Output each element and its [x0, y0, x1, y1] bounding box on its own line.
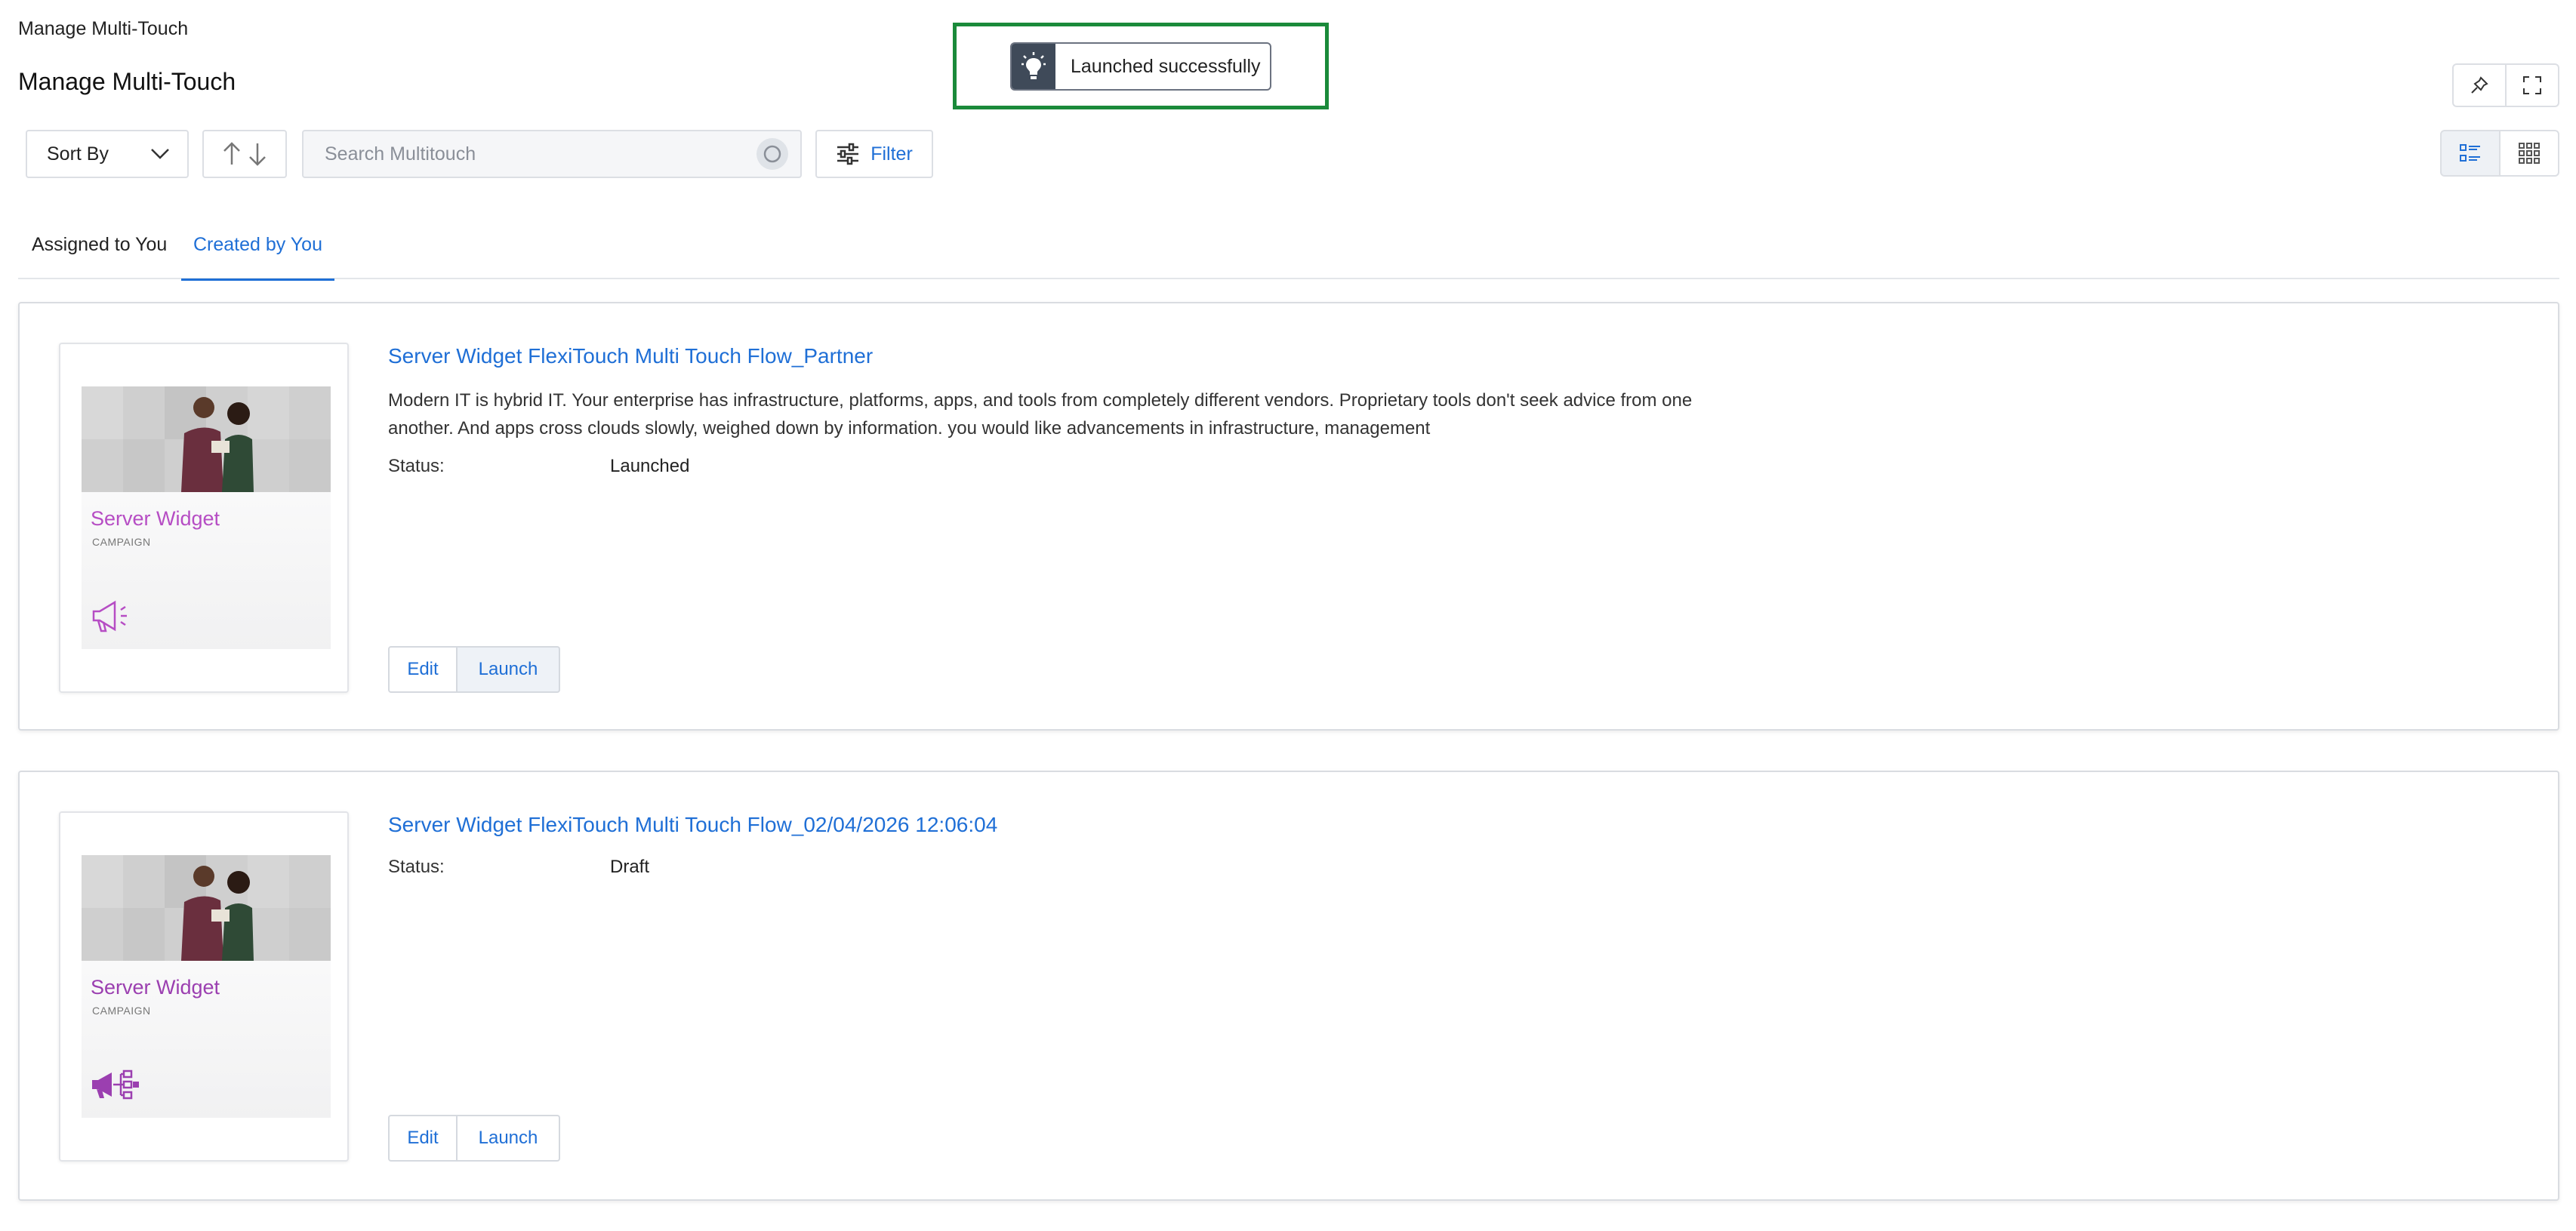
launch-button[interactable]: Launch [458, 1115, 560, 1162]
search-input[interactable] [323, 142, 756, 166]
expand-icon [2523, 76, 2541, 94]
edit-button[interactable]: Edit [388, 646, 458, 693]
card-actions: Edit Launch [388, 1115, 560, 1162]
card-actions: Edit Launch [388, 646, 560, 693]
grid-view-button[interactable] [2499, 130, 2559, 177]
tab-bar: Assigned to You Created by You [18, 223, 2559, 281]
campaign-thumbnail[interactable]: Server Widget CAMPAIGN [59, 811, 349, 1162]
thumbnail-content: Server Widget CAMPAIGN [82, 855, 331, 1118]
list-view-button[interactable] [2440, 130, 2501, 177]
thumbnail-title: Server Widget [91, 976, 220, 999]
megaphone-outline-icon [92, 600, 127, 632]
tab-assigned-to-you[interactable]: Assigned to You [32, 234, 167, 279]
card-title[interactable]: Server Widget FlexiTouch Multi Touch Flo… [388, 813, 997, 837]
thumbnail-content: Server Widget CAMPAIGN [82, 386, 331, 649]
lightbulb-icon [1012, 44, 1055, 89]
grid-view-icon [2519, 143, 2540, 164]
thumbnail-photo [82, 386, 331, 492]
thumbnail-subtitle: CAMPAIGN [92, 1005, 151, 1017]
sort-label: Sort By [47, 143, 109, 165]
sort-direction-toggle[interactable] [202, 130, 287, 178]
status-label: Status: [388, 456, 445, 476]
multitouch-card: Server Widget CAMPAIGN Server Widget Fle… [18, 302, 2559, 731]
thumbnail-subtitle: CAMPAIGN [92, 536, 151, 548]
success-toast: Launched successfully [1010, 42, 1271, 91]
toast-message: Launched successfully [1071, 55, 1261, 77]
status-value: Draft [610, 857, 650, 877]
card-title[interactable]: Server Widget FlexiTouch Multi Touch Flo… [388, 344, 873, 368]
search-button[interactable] [756, 138, 788, 170]
thumbnail-title: Server Widget [91, 507, 220, 530]
fullscreen-button[interactable] [2505, 63, 2559, 107]
launch-button[interactable]: Launch [458, 646, 560, 693]
filter-label: Filter [870, 143, 913, 165]
megaphone-network-icon [92, 1069, 139, 1100]
page-title: Manage Multi-Touch [18, 68, 236, 95]
multitouch-card: Server Widget CAMPAIGN Server Widget Fle… [18, 771, 2559, 1201]
list-view-icon [2460, 144, 2480, 162]
thumbnail-photo [82, 855, 331, 961]
status-value: Launched [610, 456, 690, 476]
sliders-icon [837, 143, 859, 165]
edit-button[interactable]: Edit [388, 1115, 458, 1162]
pin-icon [2471, 76, 2488, 94]
card-description: Modern IT is hybrid IT. Your enterprise … [388, 390, 1693, 439]
chevron-down-icon [151, 149, 169, 159]
search-icon [763, 145, 781, 163]
status-label: Status: [388, 857, 445, 877]
pin-button[interactable] [2452, 63, 2507, 107]
search-box [302, 130, 802, 178]
tab-created-by-you[interactable]: Created by You [181, 234, 334, 281]
filter-button[interactable]: Filter [815, 130, 933, 178]
arrow-up-icon [223, 142, 240, 165]
sort-dropdown[interactable]: Sort By [26, 130, 189, 178]
arrow-down-icon [249, 143, 266, 166]
campaign-thumbnail[interactable]: Server Widget CAMPAIGN [59, 343, 349, 693]
breadcrumb: Manage Multi-Touch [18, 18, 189, 39]
